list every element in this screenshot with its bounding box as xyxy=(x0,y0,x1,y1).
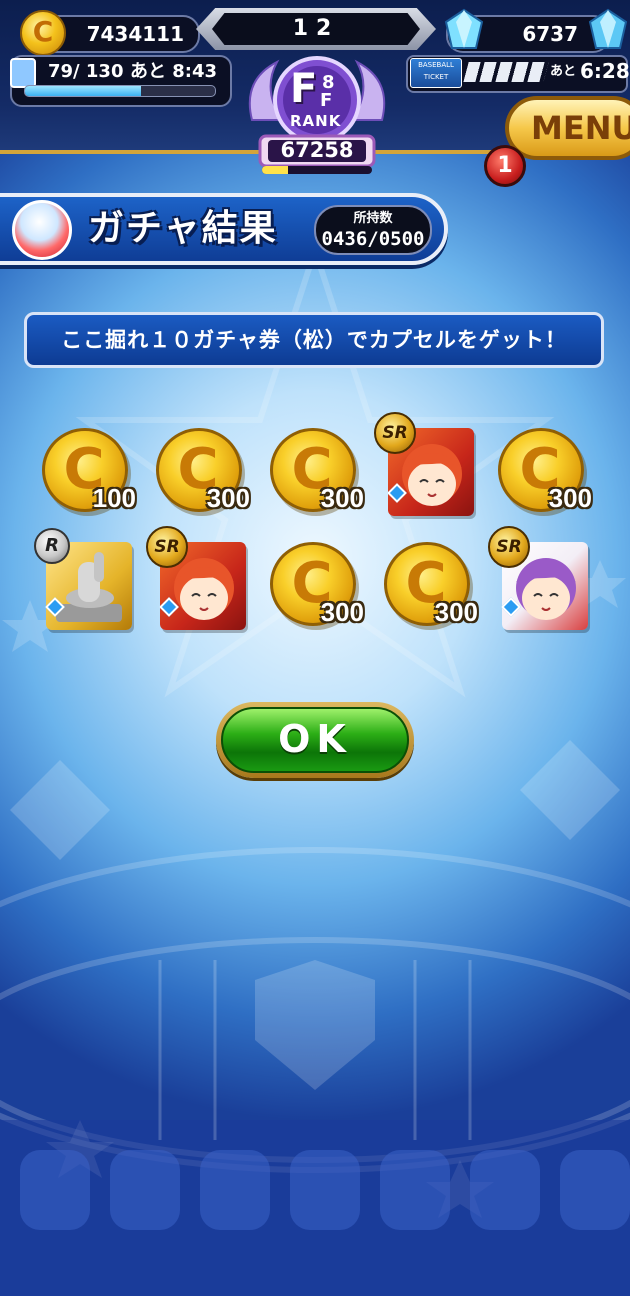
rarity-badge: R xyxy=(34,528,70,564)
gem-icon xyxy=(444,8,484,49)
page-title: ガチャ結果 xyxy=(88,208,278,249)
rarity-badge: SR xyxy=(146,526,188,568)
notification-badge[interactable]: 1 xyxy=(484,145,526,187)
ok-button[interactable]: OK xyxy=(216,702,414,778)
coin-amount: 300 xyxy=(548,483,592,513)
rank-points: 67258 xyxy=(280,138,354,162)
ticket-timer-prefix: あと xyxy=(550,64,577,79)
rank-word: RANK xyxy=(290,112,342,130)
stamina-panel[interactable]: 79/ 130 あと 8:43 xyxy=(10,55,232,107)
coin-reward-item[interactable]: C 100 xyxy=(40,424,136,520)
character-card-item[interactable]: SR xyxy=(146,526,250,634)
center-counter: 12 xyxy=(212,13,420,45)
result-message: ここ掘れ１０ガチャ券（松）でカプセルをゲット！ xyxy=(24,312,604,368)
rank-progress-bar xyxy=(262,166,372,174)
rank-progress-fill xyxy=(262,166,289,174)
owned-count-label: 所持数 xyxy=(353,211,393,226)
ticket-timer: 6:28 xyxy=(580,59,630,83)
coin-reward-item[interactable]: C 300 xyxy=(496,424,592,520)
menu-button[interactable]: MENU xyxy=(505,96,630,160)
rarity-badge: SR xyxy=(488,526,530,568)
coin-reward-item[interactable]: C 300 xyxy=(382,538,478,634)
gem-count: 6737 xyxy=(522,22,578,46)
coin-count: 7434111 xyxy=(86,22,184,46)
coin-amount: 300 xyxy=(434,597,478,627)
ticket-gauge xyxy=(463,62,549,82)
stamina-bar xyxy=(24,85,216,97)
gem-add-icon[interactable] xyxy=(586,8,630,52)
rank-sub: F xyxy=(320,90,333,111)
coin-amount: 100 xyxy=(92,483,136,513)
stamina-timer: あと 8:43 xyxy=(130,61,218,82)
stamina-count: 79/ 130 xyxy=(48,61,124,82)
ok-button-label: OK xyxy=(221,707,409,773)
character-card-item[interactable]: R xyxy=(34,528,136,634)
coin-amount: 300 xyxy=(320,483,364,513)
character-card-item[interactable]: SR xyxy=(488,526,592,634)
baseball-ticket-icon: BASEBALL TICKET xyxy=(410,58,462,88)
coin-reward-item[interactable]: C 300 xyxy=(268,424,364,520)
character-card-item[interactable]: SR xyxy=(374,412,478,520)
coin-reward-item[interactable]: C 300 xyxy=(154,424,250,520)
coin-icon: C xyxy=(20,10,66,56)
coin-amount: 300 xyxy=(206,483,250,513)
top-hud: 7434111 C 12 6737 79/ 130 あと 8:43 あと 6:2… xyxy=(0,0,630,190)
owned-count-value: 0436/0500 xyxy=(321,228,425,250)
owned-count-box: 所持数 0436/0500 xyxy=(314,205,432,255)
coin-reward-item[interactable]: C 300 xyxy=(268,538,364,634)
stamina-drink-icon xyxy=(10,58,36,88)
coin-amount: 300 xyxy=(320,597,364,627)
gacha-capsule-icon xyxy=(12,200,72,260)
stamina-bar-fill xyxy=(25,86,141,96)
rarity-badge: SR xyxy=(374,412,416,454)
